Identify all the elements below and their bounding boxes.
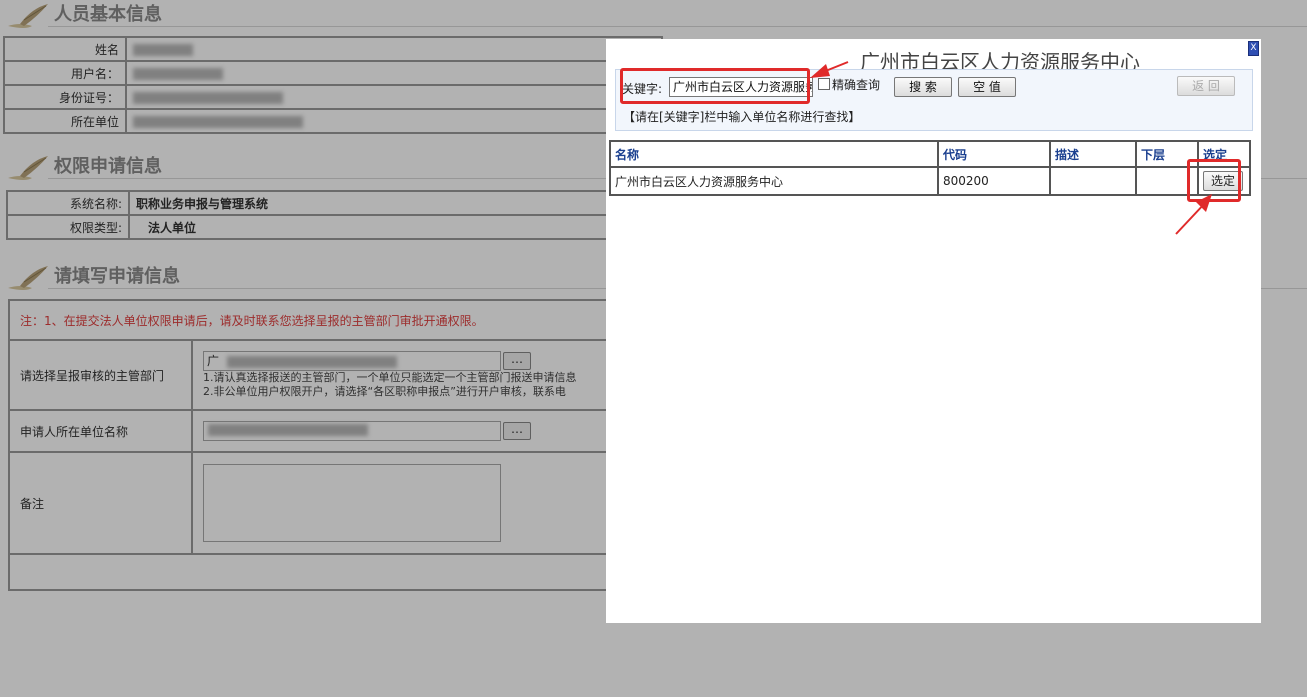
annotation-arrows	[810, 61, 1212, 235]
arrow-icon	[810, 61, 849, 78]
arrow-icon	[1175, 194, 1212, 235]
